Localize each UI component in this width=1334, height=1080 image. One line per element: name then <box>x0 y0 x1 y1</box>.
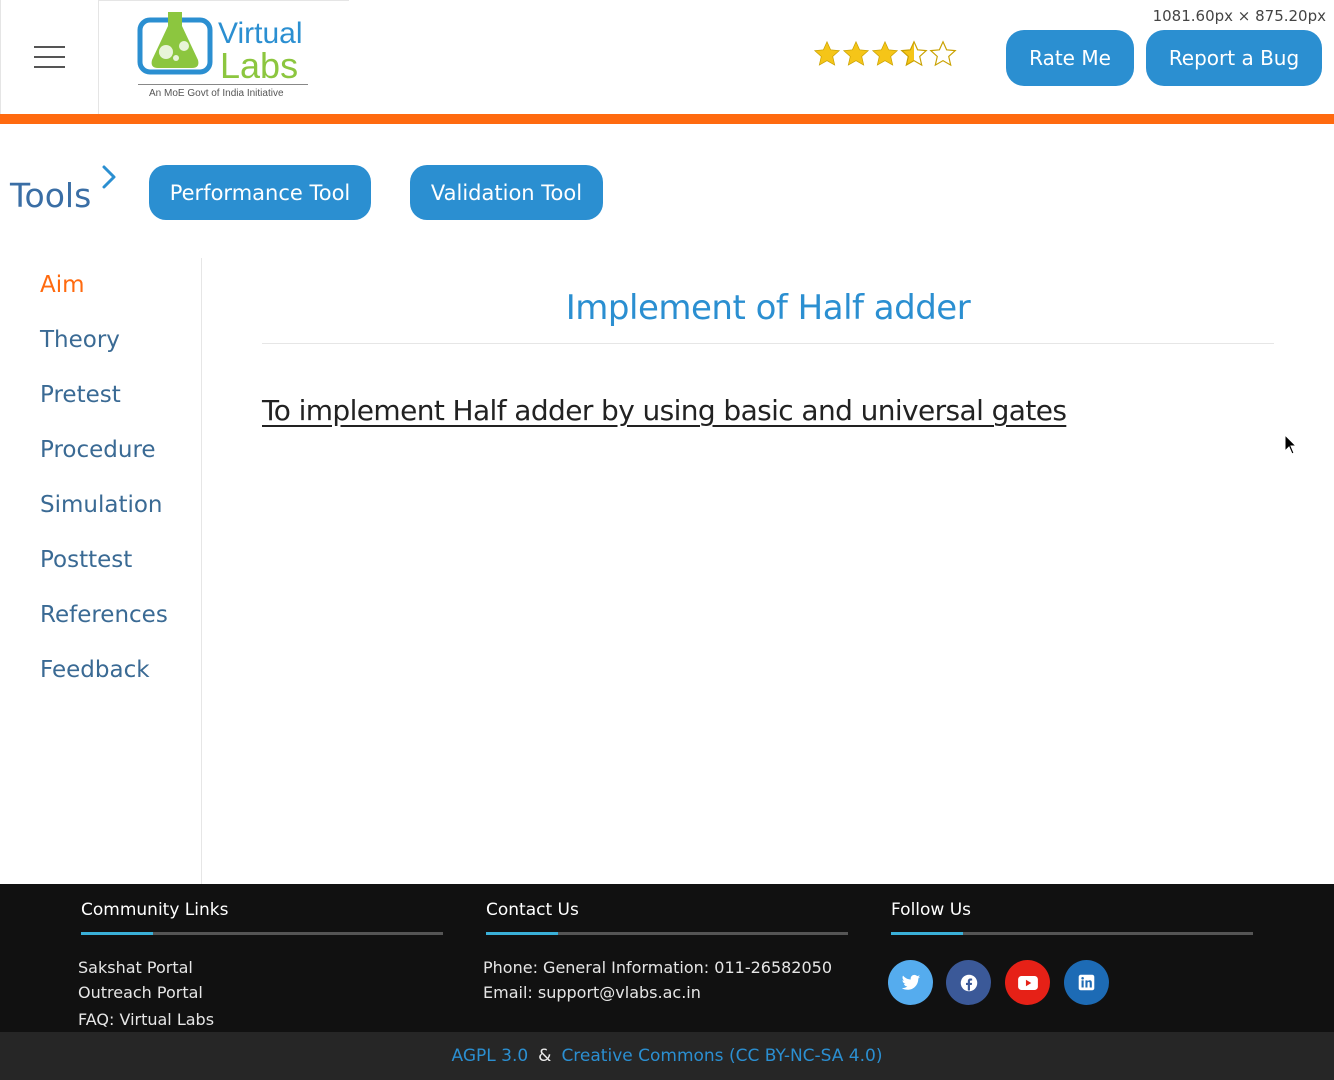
star-filled-icon[interactable] <box>813 40 841 68</box>
contact-us-heading: Contact Us <box>486 900 579 920</box>
hamburger-icon <box>34 42 65 72</box>
star-filled-icon[interactable] <box>871 40 899 68</box>
menu-button[interactable] <box>0 0 99 114</box>
flask-icon: Virtual Labs <box>137 12 303 86</box>
linkedin-button[interactable] <box>1064 960 1109 1005</box>
sidebar-item-simulation[interactable]: Simulation <box>40 492 163 518</box>
youtube-icon <box>1017 975 1038 990</box>
experiment-sidebar: Aim Theory Pretest Procedure Simulation … <box>0 258 202 884</box>
follow-us-heading: Follow Us <box>891 900 972 920</box>
dimension-readout: 1081.60px × 875.20px <box>1152 7 1326 25</box>
star-empty-icon[interactable] <box>929 40 957 68</box>
creative-commons-link[interactable]: Creative Commons (CC BY-NC-SA 4.0) <box>561 1046 882 1066</box>
sidebar-item-theory[interactable]: Theory <box>40 327 120 353</box>
facebook-button[interactable] <box>946 960 991 1005</box>
star-half-icon[interactable] <box>900 40 928 68</box>
community-links-heading: Community Links <box>81 900 229 920</box>
contact-heading-rule <box>486 932 848 935</box>
contact-phone: Phone: General Information: 011-26582050 <box>483 958 833 977</box>
performance-tool-button[interactable]: Performance Tool <box>149 165 371 220</box>
report-bug-button[interactable]: Report a Bug <box>1146 30 1322 86</box>
logo-underline <box>138 84 308 85</box>
logo-tagline: An MoE Govt of India Initiative <box>149 88 284 99</box>
rating-stars[interactable] <box>813 40 957 68</box>
star-filled-icon[interactable] <box>842 40 870 68</box>
sidebar-item-pretest[interactable]: Pretest <box>40 382 121 408</box>
footer-link-faq[interactable]: FAQ: Virtual Labs <box>78 1010 214 1029</box>
title-divider <box>262 343 1274 344</box>
footer-link-sakshat[interactable]: Sakshat Portal <box>78 958 193 977</box>
agpl-link[interactable]: AGPL 3.0 <box>452 1046 529 1066</box>
sidebar-item-aim[interactable]: Aim <box>40 272 85 298</box>
site-header: Virtual Labs An MoE Govt of India Initia… <box>0 0 1334 114</box>
chevron-right-icon <box>102 165 116 189</box>
community-heading-rule <box>81 932 443 935</box>
sidebar-item-references[interactable]: References <box>40 602 168 628</box>
header-accent-bar <box>0 114 1334 124</box>
site-footer: Community Links Sakshat Portal Outreach … <box>0 884 1334 1032</box>
header-divider <box>99 0 349 1</box>
mouse-pointer-icon <box>1284 434 1298 455</box>
validation-tool-button[interactable]: Validation Tool <box>410 165 603 220</box>
license-bar: AGPL 3.0 & Creative Commons (CC BY-NC-SA… <box>0 1032 1334 1080</box>
aim-statement: To implement Half adder by using basic a… <box>262 394 1067 427</box>
page-title: Implement of Half adder <box>565 288 971 328</box>
footer-link-outreach[interactable]: Outreach Portal <box>78 983 203 1002</box>
rate-me-button[interactable]: Rate Me <box>1006 30 1134 86</box>
follow-heading-rule <box>891 932 1253 935</box>
facebook-icon <box>960 974 977 991</box>
contact-email[interactable]: Email: support@vlabs.ac.in <box>483 983 701 1002</box>
logo-word-labs: Labs <box>220 45 298 86</box>
sidebar-item-procedure[interactable]: Procedure <box>40 437 156 463</box>
sidebar-item-feedback[interactable]: Feedback <box>40 657 150 683</box>
twitter-button[interactable] <box>888 960 933 1005</box>
license-ampersand: & <box>538 1046 552 1066</box>
linkedin-icon <box>1078 974 1095 991</box>
tools-label: Tools <box>10 176 92 215</box>
youtube-button[interactable] <box>1005 960 1050 1005</box>
sidebar-item-posttest[interactable]: Posttest <box>40 547 132 573</box>
twitter-icon <box>901 974 920 990</box>
